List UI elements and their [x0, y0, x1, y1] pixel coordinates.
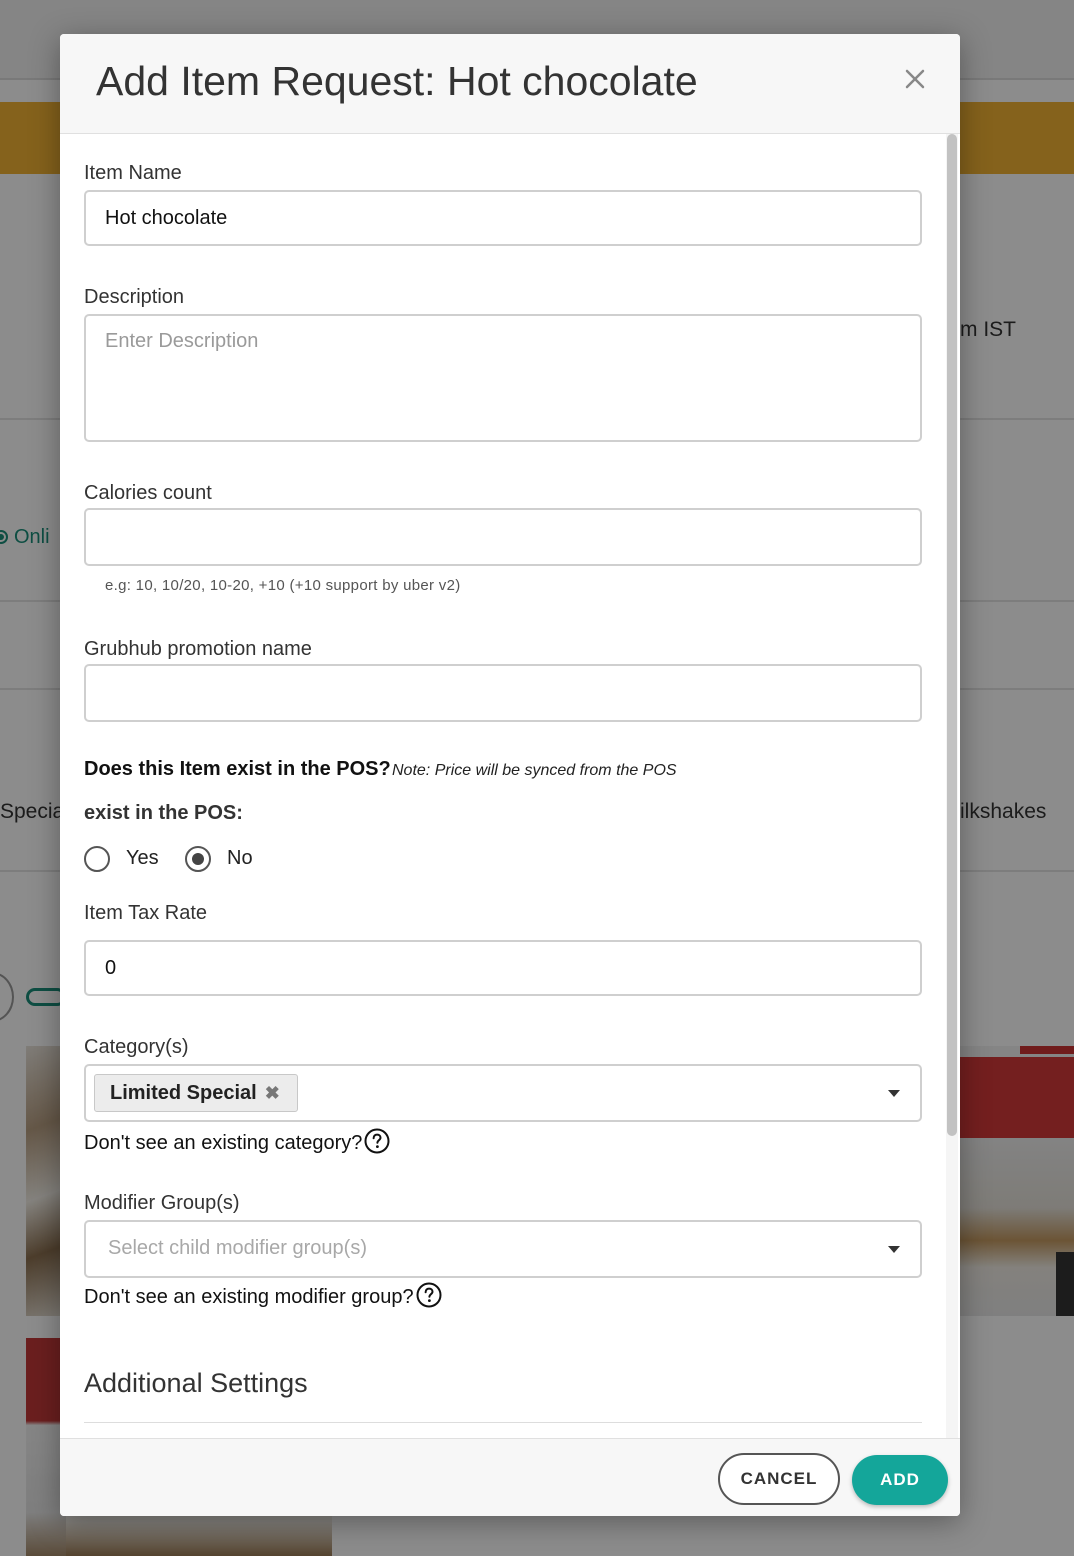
tax-rate-label: Item Tax Rate [84, 902, 208, 924]
category-help-text: Don't see an existing category? [84, 1132, 363, 1154]
tax-rate-input[interactable] [84, 940, 922, 996]
radio-yes-label: Yes [126, 847, 159, 869]
calories-label: Calories count [84, 482, 212, 504]
scrollbar-track[interactable] [946, 134, 958, 1438]
section-divider [84, 1422, 922, 1423]
chevron-down-icon[interactable] [888, 1090, 900, 1097]
modal-title: Add Item Request: Hot chocolate [96, 58, 698, 104]
radio-no-circle[interactable] [185, 846, 211, 872]
category-chip: Limited Special ✖ [94, 1074, 298, 1112]
pos-question: Does this Item exist in the POS? [84, 758, 391, 780]
add-item-request-modal: Add Item Request: Hot chocolate Item Nam… [60, 34, 960, 1516]
grubhub-promo-input[interactable] [84, 664, 922, 722]
modifier-help-text: Don't see an existing modifier group? [84, 1286, 414, 1308]
add-button[interactable]: ADD [852, 1455, 948, 1505]
item-name-input[interactable] [84, 190, 922, 246]
modal-header: Add Item Request: Hot chocolate [60, 34, 960, 134]
exist-in-pos-label: exist in the POS: [84, 802, 243, 824]
modifier-groups-select[interactable]: Select child modifier group(s) [84, 1220, 922, 1278]
chevron-down-icon[interactable] [888, 1246, 900, 1253]
scrollbar-thumb[interactable] [947, 134, 957, 1136]
description-textarea[interactable] [84, 314, 922, 442]
grubhub-promo-label: Grubhub promotion name [84, 638, 312, 660]
categories-label: Category(s) [84, 1036, 189, 1058]
radio-yes-circle[interactable] [84, 846, 110, 872]
categories-select[interactable]: Limited Special ✖ [84, 1064, 922, 1122]
calories-hint: e.g: 10, 10/20, 10-20, +10 (+10 support … [105, 577, 461, 594]
close-button[interactable] [900, 64, 930, 94]
close-icon [905, 69, 925, 89]
category-help: Don't see an existing category? [84, 1128, 390, 1155]
additional-settings-title: Additional Settings [84, 1368, 308, 1398]
modifier-groups-placeholder: Select child modifier group(s) [108, 1237, 367, 1259]
pos-note: Note: Price will be synced from the POS [392, 762, 677, 779]
radio-no-label: No [227, 847, 253, 869]
question-icon[interactable] [364, 1128, 390, 1154]
modal-body[interactable]: Item Name Description Calories count e.g… [60, 134, 960, 1438]
modifier-help: Don't see an existing modifier group? [84, 1282, 442, 1309]
remove-chip-icon[interactable]: ✖ [265, 1083, 283, 1103]
modifier-groups-label: Modifier Group(s) [84, 1192, 240, 1214]
calories-input[interactable] [84, 508, 922, 566]
question-icon[interactable] [416, 1282, 442, 1308]
cancel-button[interactable]: CANCEL [718, 1453, 840, 1505]
modal-footer: CANCEL ADD [60, 1438, 960, 1516]
description-label: Description [84, 286, 185, 308]
category-chip-label: Limited Special [110, 1082, 257, 1104]
item-name-label: Item Name [84, 162, 182, 184]
